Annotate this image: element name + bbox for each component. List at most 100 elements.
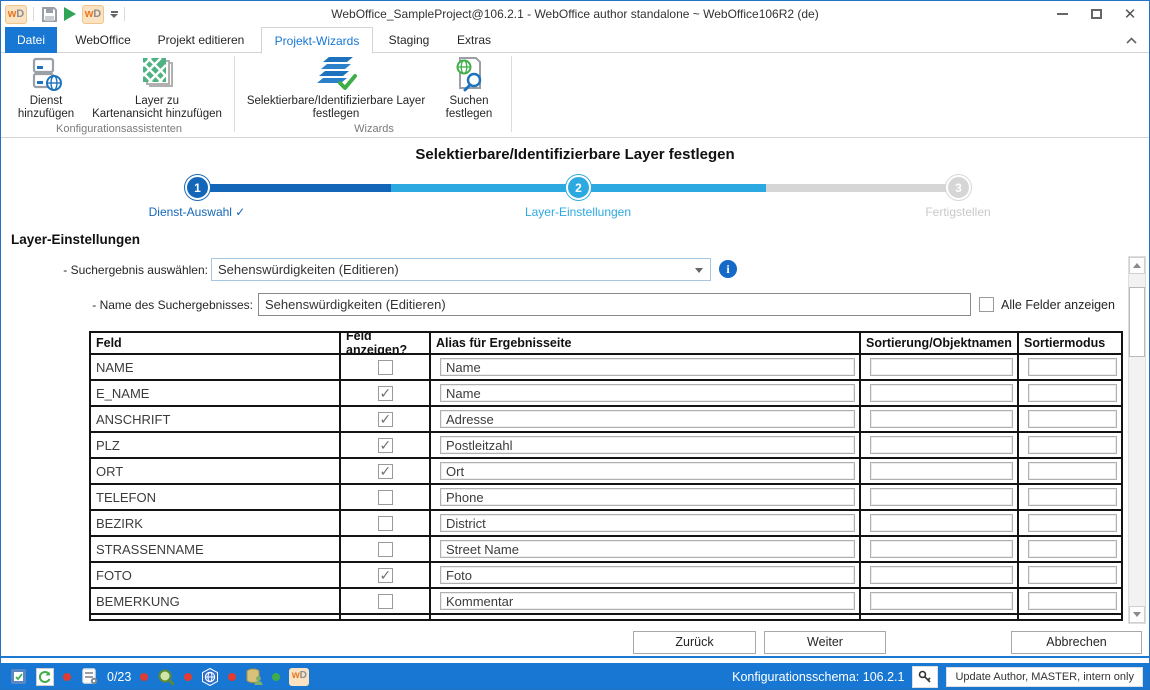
alias-input[interactable] xyxy=(440,436,855,454)
key-icon xyxy=(918,670,932,684)
back-button[interactable]: Zurück xyxy=(633,631,756,654)
tab-weboffice[interactable]: WebOffice xyxy=(63,27,143,53)
field-visible-checkbox[interactable] xyxy=(378,438,393,453)
scroll-down-icon[interactable] xyxy=(1129,606,1145,623)
tab-projekt-editieren[interactable]: Projekt editieren xyxy=(149,27,253,53)
tab-projekt-wizards[interactable]: Projekt-Wizards xyxy=(261,27,373,54)
sortmode-input[interactable] xyxy=(1028,436,1117,454)
next-button[interactable]: Weiter xyxy=(764,631,886,654)
tab-staging[interactable]: Staging xyxy=(379,27,439,53)
field-visible-checkbox[interactable] xyxy=(378,516,393,531)
database-user-icon[interactable] xyxy=(245,668,263,686)
sortmode-input[interactable] xyxy=(1028,566,1117,584)
sort-objectname-input[interactable] xyxy=(870,410,1013,428)
field-visible-checkbox[interactable] xyxy=(378,490,393,505)
sortmode-cell xyxy=(1019,355,1121,379)
dienst-hinzufuegen-button[interactable]: Dienst hinzufügen xyxy=(11,55,81,121)
all-fields-checkbox[interactable] xyxy=(979,297,994,312)
sortmode-input[interactable] xyxy=(1028,540,1117,558)
alias-input[interactable] xyxy=(440,619,855,621)
wizard-step-1-circle[interactable]: 1 xyxy=(185,175,210,200)
alias-cell xyxy=(431,355,861,379)
field-visible-cell xyxy=(341,615,431,621)
field-visible-checkbox[interactable] xyxy=(378,360,393,375)
alias-cell xyxy=(431,589,861,613)
search-define-icon xyxy=(452,55,486,93)
collapse-ribbon-icon[interactable] xyxy=(1121,32,1141,48)
sortmode-cell xyxy=(1019,511,1121,535)
search-result-select[interactable]: Sehenswürdigkeiten (Editieren) xyxy=(211,258,711,281)
sortmode-input[interactable] xyxy=(1028,462,1117,480)
sort-objectname-input[interactable] xyxy=(870,592,1013,610)
field-visible-checkbox[interactable] xyxy=(378,412,393,427)
app-window: wD wD WebOffice_SampleProject@106.2.1 - … xyxy=(0,0,1150,690)
update-author-button[interactable]: Update Author, MASTER, intern only xyxy=(946,667,1143,687)
validation-ok-icon[interactable] xyxy=(9,668,27,686)
field-visible-cell xyxy=(341,563,431,587)
sort-objectname-input[interactable] xyxy=(870,566,1013,584)
sortmode-input[interactable] xyxy=(1028,410,1117,428)
scrollbar-thumb[interactable] xyxy=(1129,287,1145,357)
cancel-button[interactable]: Abbrechen xyxy=(1011,631,1142,654)
field-visible-checkbox[interactable] xyxy=(378,542,393,557)
wizard-step-1-label[interactable]: Dienst-Auswahl ✓ xyxy=(87,205,307,219)
close-button[interactable]: ✕ xyxy=(1113,1,1147,27)
field-visible-checkbox[interactable] xyxy=(378,464,393,479)
alias-input[interactable] xyxy=(440,358,855,376)
sort-objectname-input[interactable] xyxy=(870,514,1013,532)
sort-objectname-input[interactable] xyxy=(870,436,1013,454)
alias-input[interactable] xyxy=(440,410,855,428)
info-icon[interactable]: i xyxy=(719,260,737,278)
ribbon-tab-bar: Datei WebOffice Projekt editieren Projek… xyxy=(1,27,1149,53)
alias-input[interactable] xyxy=(440,540,855,558)
vertical-scrollbar[interactable] xyxy=(1128,256,1146,624)
scroll-up-icon[interactable] xyxy=(1129,257,1145,274)
wizard-step-2-circle[interactable]: 2 xyxy=(566,175,591,200)
field-visible-checkbox[interactable] xyxy=(378,386,393,401)
minimize-button[interactable] xyxy=(1045,1,1079,27)
sortmode-input[interactable] xyxy=(1028,358,1117,376)
sortmode-input[interactable] xyxy=(1028,592,1117,610)
alias-input[interactable] xyxy=(440,566,855,584)
result-name-input[interactable] xyxy=(258,293,971,316)
alias-cell xyxy=(431,459,861,483)
alias-input[interactable] xyxy=(440,488,855,506)
tab-extras[interactable]: Extras xyxy=(445,27,503,53)
sortmode-input[interactable] xyxy=(1028,514,1117,532)
sort-objectname-input[interactable] xyxy=(870,384,1013,402)
progress-segment-upcoming xyxy=(766,184,958,192)
status-bar: 0/23 wD Konfigurationsschema: 106.2.1 Up… xyxy=(1,663,1149,690)
sort-objectname-input[interactable] xyxy=(870,619,1013,621)
field-visible-checkbox[interactable] xyxy=(378,594,393,609)
globe-service-icon[interactable] xyxy=(201,668,219,686)
alias-input[interactable] xyxy=(440,462,855,480)
alias-input[interactable] xyxy=(440,384,855,402)
sortmode-cell xyxy=(1019,381,1121,405)
status-dot-green xyxy=(272,673,280,681)
tab-datei[interactable]: Datei xyxy=(5,27,57,53)
sort-objectname-input[interactable] xyxy=(870,540,1013,558)
sortmode-cell xyxy=(1019,537,1121,561)
field-visible-checkbox[interactable] xyxy=(378,621,393,622)
layer-zu-kartenansicht-button[interactable]: Layer zu Kartenansicht hinzufügen xyxy=(81,55,233,121)
field-visible-checkbox[interactable] xyxy=(378,568,393,583)
sync-icon[interactable] xyxy=(36,668,54,686)
weboffice-status-icon[interactable]: wD xyxy=(289,668,309,686)
sortmode-input[interactable] xyxy=(1028,488,1117,506)
server-config-icon[interactable] xyxy=(80,668,98,686)
search-status-icon[interactable] xyxy=(157,668,175,686)
sort-objectname-input[interactable] xyxy=(870,488,1013,506)
sort-cell xyxy=(861,511,1019,535)
field-visible-cell xyxy=(341,381,431,405)
sort-objectname-input[interactable] xyxy=(870,358,1013,376)
license-key-button[interactable] xyxy=(912,666,938,688)
alias-input[interactable] xyxy=(440,514,855,532)
field-name-cell: BEZIRK xyxy=(91,511,341,535)
maximize-button[interactable] xyxy=(1079,1,1113,27)
sortmode-input[interactable] xyxy=(1028,619,1117,621)
suchen-festlegen-button[interactable]: Suchen festlegen xyxy=(434,55,504,121)
alias-input[interactable] xyxy=(440,592,855,610)
sort-objectname-input[interactable] xyxy=(870,462,1013,480)
selektierbare-layer-festlegen-button[interactable]: Selektierbare/Identifizierbare Layer fes… xyxy=(238,55,434,121)
sortmode-input[interactable] xyxy=(1028,384,1117,402)
